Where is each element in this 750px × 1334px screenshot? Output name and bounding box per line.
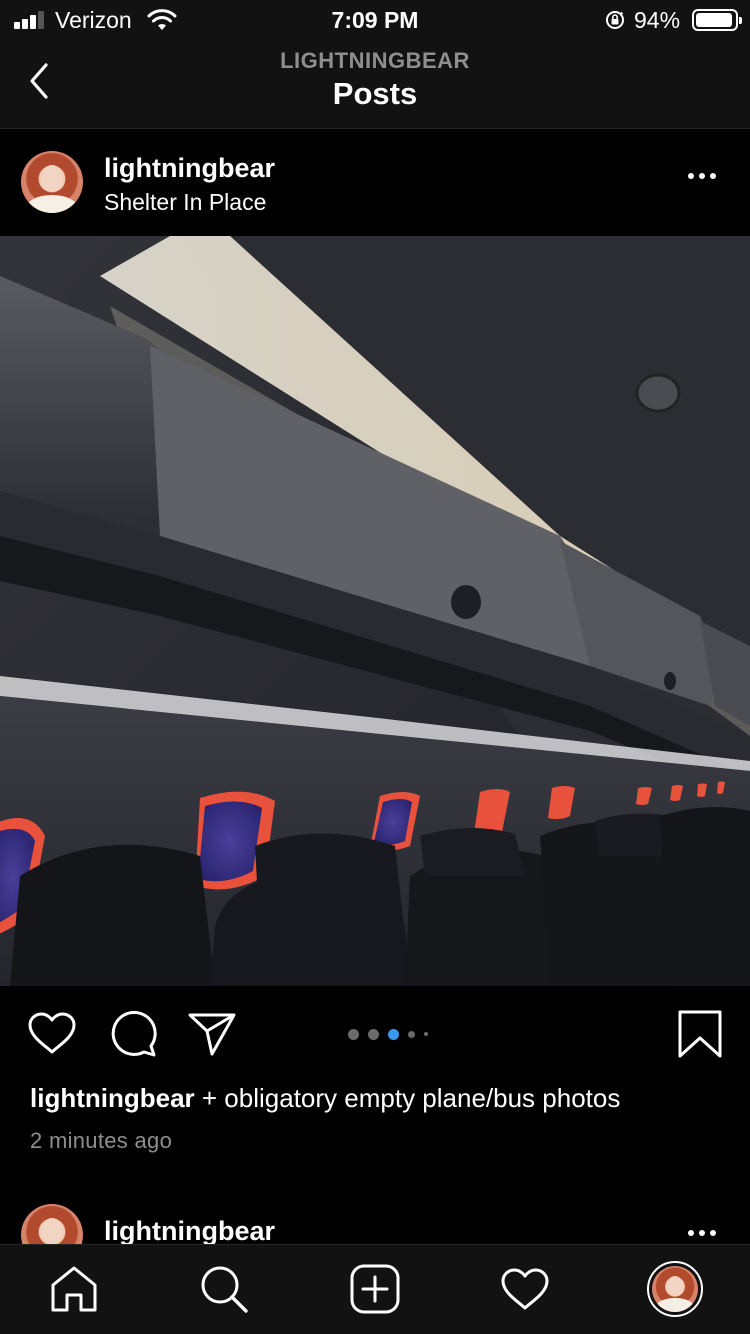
carousel-dot <box>348 1028 359 1040</box>
post-header: lightningbear Shelter In Place <box>0 129 750 235</box>
status-bar: Verizon 7:09 PM 94% <box>0 0 750 40</box>
airplane-cabin-image <box>0 236 750 986</box>
carousel-dot <box>368 1028 379 1040</box>
post-caption: lightningbear + obligatory empty plane/b… <box>30 1083 620 1114</box>
new-post-icon[interactable] <box>349 1263 401 1315</box>
battery-icon <box>692 9 742 31</box>
next-post-username[interactable]: lightningbear <box>104 1216 275 1244</box>
carousel-dot <box>424 1032 428 1036</box>
profile-tab[interactable] <box>647 1261 703 1317</box>
orientation-lock-icon <box>606 11 624 29</box>
nav-header: LIGHTNINGBEAR Posts <box>0 40 750 129</box>
avatar[interactable] <box>21 151 83 213</box>
post-photo[interactable] <box>0 236 750 986</box>
carousel-dot-active <box>388 1028 399 1040</box>
profile-avatar <box>652 1266 698 1312</box>
carousel-dot <box>408 1030 415 1038</box>
more-horizontal-icon[interactable] <box>688 173 722 185</box>
more-horizontal-icon[interactable] <box>688 1230 722 1242</box>
post-actions <box>0 986 750 1082</box>
avatar[interactable] <box>21 1204 83 1244</box>
comment-icon[interactable] <box>107 1008 159 1060</box>
heart-icon[interactable] <box>26 1008 78 1060</box>
carousel-indicator <box>348 1028 448 1040</box>
caption-username[interactable]: lightningbear <box>30 1083 195 1113</box>
next-post-header: lightningbear <box>0 1196 750 1244</box>
bookmark-icon[interactable] <box>674 1008 726 1060</box>
page-title: Posts <box>332 76 418 111</box>
post-timestamp: 2 minutes ago <box>30 1128 173 1153</box>
post-location[interactable]: Shelter In Place <box>104 189 266 216</box>
tab-bar <box>0 1244 750 1334</box>
profile-username-header: LIGHTNINGBEAR <box>280 48 470 73</box>
battery-percent: 94% <box>634 7 681 33</box>
home-icon[interactable] <box>48 1263 100 1315</box>
post-username[interactable]: lightningbear <box>104 153 275 184</box>
share-icon[interactable] <box>186 1008 238 1060</box>
caption-text: + obligatory empty plane/bus photos <box>194 1083 621 1113</box>
activity-icon[interactable] <box>499 1263 551 1315</box>
search-icon[interactable] <box>198 1263 250 1315</box>
